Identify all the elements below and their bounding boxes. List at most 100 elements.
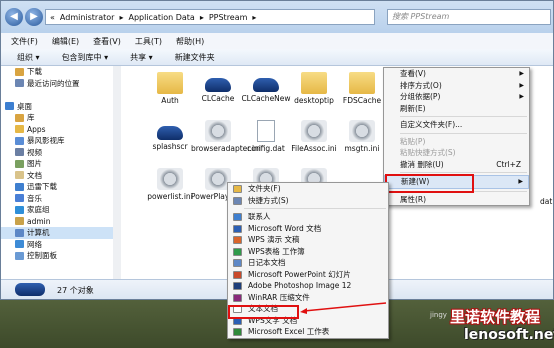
menu-item[interactable]: 工具(T) <box>135 36 162 47</box>
thunder-download-icon <box>15 182 24 191</box>
file-name: FDSCache <box>342 96 382 105</box>
breadcrumb-separator[interactable]: ▸ <box>200 13 204 22</box>
chevron-right-icon: ▶ <box>519 93 524 100</box>
item-count: 27 个对象 <box>57 286 94 295</box>
file-item[interactable]: CLCache <box>191 72 245 103</box>
submenu-item[interactable]: 快捷方式(S) <box>228 195 388 207</box>
nav-item[interactable]: 图片 <box>1 158 113 170</box>
menu-bar: 文件(F) 编辑(E) 查看(V) 工具(T) 帮助(H) <box>1 33 553 49</box>
context-menu-item-label: 刷新(E) <box>400 103 426 113</box>
submenu-item-label: WPS表格 工作簿 <box>248 246 305 256</box>
menu-item-icon <box>233 270 242 279</box>
context-menu-item[interactable]: 刷新(E) <box>384 103 529 115</box>
context-menu-item[interactable]: 分组依据(P) ▶ <box>384 91 529 103</box>
submenu-item-label: Microsoft Excel 工作表 <box>248 327 330 336</box>
file-item[interactable]: desktoptip <box>287 72 341 105</box>
context-menu-item[interactable]: 查看(V) ▶ <box>384 68 529 80</box>
shortcut-text: Ctrl+Z <box>496 159 521 169</box>
submenu-item[interactable]: WPS表格 工作簿 <box>228 246 388 258</box>
toolbar-button[interactable]: 共享 ▾ <box>130 52 153 63</box>
nav-item-label: 文档 <box>27 170 42 180</box>
nav-item-label: 音乐 <box>27 193 42 203</box>
nav-item[interactable]: 视频 <box>1 147 113 159</box>
breadcrumb-separator[interactable]: ▸ <box>119 13 123 22</box>
forward-button[interactable]: ▶ <box>25 8 43 26</box>
nav-item[interactable]: 网络 <box>1 239 113 251</box>
nav-item[interactable]: 音乐 <box>1 193 113 205</box>
submenu-item[interactable]: Microsoft PowerPoint 幻灯片 <box>228 269 388 281</box>
folder-icon <box>349 72 375 94</box>
context-menu-item[interactable]: 粘贴(P) <box>384 136 529 148</box>
breadcrumb-item[interactable]: Administrator <box>60 13 115 22</box>
nav-item[interactable]: 计算机 <box>1 227 113 239</box>
menu-separator <box>400 172 527 173</box>
nav-item[interactable]: 暴风影视库 <box>1 135 113 147</box>
context-menu-item-label: 排序方式(O) <box>400 80 442 90</box>
file-item[interactable]: FileAssoc.ini <box>287 120 341 153</box>
menu-item[interactable]: 查看(V) <box>93 36 121 47</box>
nav-item[interactable]: admin <box>1 216 113 228</box>
nav-item <box>1 89 113 101</box>
red-arrow-icon <box>300 302 387 314</box>
user-folder-icon <box>15 217 24 226</box>
desktop-icon <box>5 102 14 111</box>
context-menu-item[interactable]: 属性(R) <box>384 194 529 206</box>
menu-item[interactable]: 文件(F) <box>11 36 38 47</box>
nav-item[interactable]: 库 <box>1 112 113 124</box>
menu-item[interactable]: 编辑(E) <box>52 36 79 47</box>
file-item[interactable]: Auth <box>143 72 197 105</box>
file-item[interactable]: FDSCache <box>335 72 389 105</box>
navigation-scrollbar[interactable] <box>113 66 121 279</box>
breadcrumb-separator[interactable]: « <box>50 13 55 22</box>
submenu-item-label: 联系人 <box>248 212 271 221</box>
nav-item[interactable]: 控制面板 <box>1 250 113 262</box>
nav-item[interactable]: 家庭组 <box>1 204 113 216</box>
toolbar-button[interactable]: 组织 ▾ <box>17 52 40 63</box>
address-box[interactable]: « Administrator ▸ Application Data ▸ PPStream… <box>45 9 375 25</box>
menu-item[interactable]: 帮助(H) <box>176 36 204 47</box>
nav-item[interactable]: 最近访问的位置 <box>1 78 113 90</box>
nav-item[interactable]: 桌面 <box>1 101 113 113</box>
breadcrumb-item[interactable]: Application Data <box>128 13 194 22</box>
gear-icon <box>157 168 183 190</box>
submenu-item[interactable]: 日记本文档 <box>228 257 388 269</box>
toolbar-button[interactable]: 包含到库中 ▾ <box>62 52 109 63</box>
breadcrumb-separator[interactable]: ▸ <box>252 13 256 22</box>
submenu-item[interactable]: Microsoft Excel 工作表 <box>228 326 388 338</box>
breadcrumb-item[interactable]: PPStream <box>209 13 248 22</box>
recent-places-icon <box>15 79 24 88</box>
homegroup-icon <box>15 205 24 214</box>
chevron-right-icon: ▶ <box>519 70 524 77</box>
submenu-item[interactable]: Adobe Photoshop Image 12 <box>228 280 388 292</box>
nav-item-label: 库 <box>27 113 35 122</box>
nav-item[interactable]: 迅雷下载 <box>1 181 113 193</box>
gear-icon <box>349 120 375 142</box>
file-item[interactable]: splashscr <box>143 120 197 151</box>
context-menu-item[interactable]: 自定义文件夹(F)... <box>384 119 529 131</box>
control-panel-icon <box>15 251 24 260</box>
file-item[interactable]: powerlist.ini <box>143 168 197 201</box>
menu-item-icon <box>233 293 242 302</box>
file-item[interactable]: config.dat <box>239 120 293 153</box>
gear-icon <box>205 120 231 142</box>
partial-file-label: dat <box>540 197 553 206</box>
file-item[interactable]: CLCacheNew <box>239 72 293 103</box>
file-item[interactable]: msgtn.ini <box>335 120 389 153</box>
context-menu-item[interactable]: 排序方式(O) ▶ <box>384 80 529 92</box>
documents-icon <box>15 171 24 180</box>
submenu-item[interactable]: 联系人 <box>228 211 388 223</box>
back-button[interactable]: ◀ <box>5 8 23 26</box>
submenu-item[interactable]: WPS 演示 文稿 <box>228 234 388 246</box>
context-menu-item[interactable]: 粘贴快捷方式(S) <box>384 147 529 159</box>
file-item[interactable]: browseradapter.ini <box>191 120 261 153</box>
nav-item[interactable]: 文档 <box>1 170 113 182</box>
search-input[interactable]: 搜索 PPStream <box>387 9 551 25</box>
toolbar-button[interactable]: 新建文件夹 <box>175 52 215 63</box>
submenu-item[interactable]: 文件夹(F) <box>228 183 388 195</box>
nav-item[interactable]: 下载 <box>1 66 113 78</box>
context-menu-item[interactable]: 撤消 删除(U) Ctrl+Z <box>384 159 529 171</box>
submenu-item[interactable]: Microsoft Word 文档 <box>228 223 388 235</box>
nav-item-label: 家庭组 <box>27 205 50 214</box>
nav-item[interactable]: Apps <box>1 124 113 136</box>
gear-icon <box>301 120 327 142</box>
